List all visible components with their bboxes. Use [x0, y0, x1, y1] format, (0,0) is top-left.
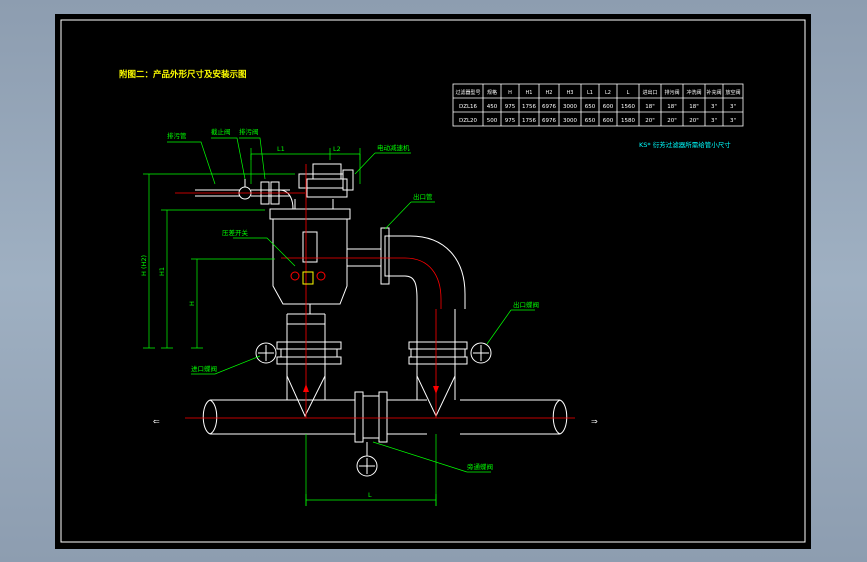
table-cell: 6976: [542, 118, 556, 124]
table-cell: 600: [603, 104, 614, 110]
dim-h1: H1: [158, 267, 166, 276]
table-header-cell: H: [508, 90, 512, 96]
table-cell: 1580: [621, 118, 635, 124]
label-motor: 电动减速机: [377, 143, 410, 152]
table-cell: 500: [487, 118, 498, 124]
table-cell: 975: [505, 118, 516, 124]
table-header-cell: 冲洗阀: [686, 89, 701, 96]
dim-l1: L1: [277, 145, 285, 153]
outlet-valve-icon: [470, 342, 492, 364]
table-cell: 600: [603, 118, 614, 124]
table-cell: 1756: [522, 104, 536, 110]
outlet-elbow: [380, 227, 466, 309]
table-cell: 650: [585, 104, 596, 110]
table-cell: 3": [711, 118, 717, 124]
table-header-cell: 过滤器型号: [455, 89, 480, 96]
table-cell: 450: [487, 104, 498, 110]
label-inlet-valve: 进口蝶阀: [191, 364, 217, 373]
table-header-cell: L1: [587, 90, 593, 96]
table-header-cell: H1: [526, 90, 533, 96]
label-outlet-pipe: 出口管: [413, 192, 433, 201]
leader-lines: [167, 137, 535, 473]
table-cell: 3": [730, 118, 736, 124]
dimension-lines: [143, 148, 437, 506]
dim-l: L: [368, 491, 372, 499]
table-header-cell: 放空阀: [725, 89, 740, 96]
table-cell: 20": [667, 118, 677, 124]
dim-l2: L2: [333, 145, 341, 153]
table-cell: 1756: [522, 118, 536, 124]
filter-body: [269, 163, 381, 315]
table-cell: 20": [645, 118, 655, 124]
table-cell: 1560: [621, 104, 635, 110]
cad-viewport[interactable]: 附图二：产品外形尺寸及安装示图 过滤器型号 DZL16 DZL20 规格 450 500 H…: [55, 14, 811, 549]
table-header-cell: 进出口: [642, 89, 657, 96]
table-cell: DZL16: [459, 104, 478, 110]
label-bypass-valve: 旁通蝶阀: [467, 462, 493, 471]
table-header-cell: 排污阀: [664, 89, 679, 96]
table-cell: 3000: [563, 118, 577, 124]
inlet-valve-icon: [255, 342, 277, 364]
label-drain-valve: 排污阀: [239, 127, 259, 136]
dim-h2: H: [188, 301, 196, 306]
table-cell: 975: [505, 104, 516, 110]
cad-drawing: 附图二：产品外形尺寸及安装示图 过滤器型号 DZL16 DZL20 规格 450 500 H…: [60, 19, 806, 543]
inlet-branch: [276, 314, 342, 418]
main-pipe: [202, 399, 568, 435]
spec-table-text: 过滤器型号 DZL16 DZL20 规格 450 500 H 975 975 H1 1756 1756…: [455, 89, 740, 124]
label-flush-valve: 截止阀: [211, 127, 231, 136]
label-pressure-gauge: 压差开关: [222, 228, 249, 237]
table-header-cell: H2: [546, 90, 553, 96]
table-header-cell: 规格: [487, 89, 497, 96]
pressure-gauge-icon: [290, 271, 326, 285]
flow-right-icon: ⇒: [591, 417, 598, 426]
table-cell: 3000: [563, 104, 577, 110]
note-text: KS* 衍芳过滤器所需给管小尺寸: [639, 140, 731, 149]
drain-pipe: [195, 179, 294, 210]
table-cell: DZL20: [459, 118, 478, 124]
table-cell: 650: [585, 118, 596, 124]
table-header-cell: H3: [567, 90, 574, 96]
table-header-cell: L: [627, 90, 630, 96]
table-cell: 3": [730, 104, 736, 110]
dim-h-total: H (H2): [140, 255, 148, 276]
table-cell: 20": [689, 118, 699, 124]
table-cell: 18": [645, 104, 655, 110]
bypass-flange: [354, 391, 388, 443]
table-cell: 18": [667, 104, 677, 110]
label-drain-pipe: 排污管: [167, 131, 187, 140]
flow-left-icon: ⇐: [153, 417, 160, 426]
drawing-title: 附图二：产品外形尺寸及安装示图: [119, 69, 247, 80]
table-cell: 3": [711, 104, 717, 110]
table-header-cell: L2: [605, 90, 611, 96]
table-cell: 18": [689, 104, 699, 110]
table-cell: 6976: [542, 104, 556, 110]
centerlines: [175, 164, 575, 419]
bypass-valve-icon: [356, 442, 378, 477]
label-outlet-valve: 出口蝶阀: [513, 300, 539, 309]
flow-arrows: [303, 384, 439, 394]
table-header-cell: 补充阀: [706, 89, 721, 96]
